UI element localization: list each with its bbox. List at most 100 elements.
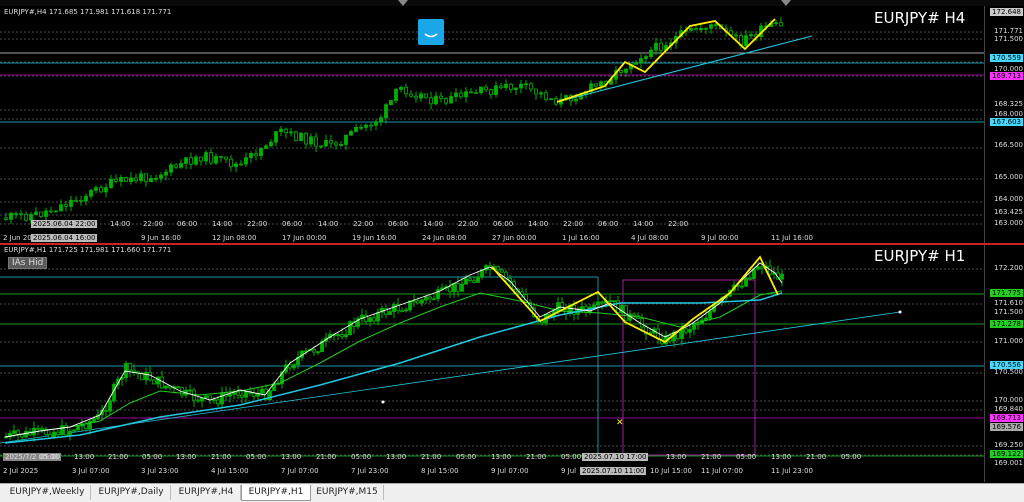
hour-label: 21:00: [108, 453, 129, 461]
hour-label: 21:00: [701, 453, 722, 461]
time-label: 7 Jul 23:00: [351, 467, 389, 475]
candle-body: [254, 153, 258, 157]
h4-ohlc-info: EURJPY#,H4 171.685 171.981 171.618 171.7…: [4, 8, 172, 16]
candle-body: [468, 278, 472, 281]
time-label: 11 Jul 16:00: [771, 234, 813, 242]
candle-body: [580, 306, 584, 310]
candle-body: [9, 212, 13, 220]
h1-price-axis[interactable]: 172.200 171.775 171.610 171.500 171.278 …: [984, 245, 1024, 482]
price-label: 172.648: [990, 8, 1023, 16]
tab-eurjpy-h1[interactable]: EURJPY#,H1: [241, 485, 311, 501]
indicators-hide-button[interactable]: IAs Hid: [8, 257, 48, 269]
tab-eurjpy-m15[interactable]: EURJPY#,M15: [311, 485, 384, 500]
candle-body: [288, 364, 292, 369]
candle-body: [108, 400, 112, 412]
candle-body: [92, 418, 96, 422]
tab-eurjpy-daily[interactable]: EURJPY#,Daily: [92, 485, 171, 500]
h1-ohlc-info: EURJPY#,H1 171.725 171.981 171.660 171.7…: [4, 246, 172, 254]
candle-body: [324, 139, 328, 147]
candle-body: [69, 199, 73, 207]
candle-body: [344, 134, 348, 145]
candle-body: [154, 177, 158, 180]
candle-body: [624, 68, 628, 73]
candle-body: [4, 217, 8, 220]
time-label: 9 Jul 00:00: [701, 234, 739, 242]
tab-eurjpy-h4[interactable]: EURJPY#,H4: [172, 485, 241, 500]
candle-body: [156, 376, 160, 385]
hour-label: 22:00: [563, 220, 584, 228]
candle-body: [19, 213, 23, 216]
candle-body: [689, 28, 693, 31]
candle-body: [44, 210, 48, 217]
price-label: 171.000: [994, 337, 1023, 345]
candle-body: [592, 304, 596, 308]
candle-body: [416, 300, 420, 304]
candle-body: [544, 92, 548, 101]
hour-label: 13:00: [771, 453, 792, 461]
time-label: 9 Jun 16:00: [141, 234, 182, 242]
candle-body: [744, 35, 748, 46]
candle-body: [464, 91, 468, 98]
price-label: 164.000: [994, 195, 1023, 203]
time-label: 4 Jul 15:00: [211, 467, 249, 475]
candle-body: [354, 127, 358, 132]
candle-body: [419, 93, 423, 99]
price-label: 165.000: [994, 173, 1023, 181]
h1-chart-pane[interactable]: ✕ EURJPY#,H1 171.725 171.981 171.660 171…: [0, 245, 1024, 482]
candle-body: [188, 389, 192, 392]
time-label: 19 Jun 16:00: [352, 234, 397, 242]
candle-body: [204, 395, 208, 399]
h1-chart-canvas[interactable]: ✕: [0, 245, 1024, 482]
hour-label: 21:00: [421, 453, 442, 461]
price-label: 169.250: [994, 441, 1023, 449]
time-label: 24 Jun 08:00: [422, 234, 467, 242]
candle-body: [194, 156, 198, 165]
candle-body: [608, 300, 612, 303]
time-label: 2 Jun 20: [3, 234, 32, 242]
candle-body: [389, 100, 393, 106]
price-label: 169.840: [994, 405, 1023, 413]
candle-body: [114, 178, 118, 182]
candle-body: [60, 425, 64, 435]
time-label: 10 Jul 15:00: [650, 467, 692, 475]
candle-body: [54, 210, 58, 213]
candle-body: [124, 177, 128, 182]
hour-label: 05:00: [456, 453, 477, 461]
candle-body: [144, 372, 148, 381]
hour-label: 13:00: [666, 453, 687, 461]
candle-body: [534, 88, 538, 95]
candle-body: [292, 364, 296, 369]
trading-terminal-window: EURJPY#,H4 171.685 171.981 171.618 171.7…: [0, 0, 1024, 502]
hour-label: 05:00: [736, 453, 757, 461]
candle-body: [780, 273, 784, 280]
h4-chart-canvas[interactable]: [0, 6, 1024, 243]
price-label: 166.500: [994, 141, 1023, 149]
candle-body: [388, 311, 392, 315]
smiley-expert-icon[interactable]: [418, 19, 444, 45]
candle-body: [228, 393, 232, 397]
candle-body: [619, 70, 623, 73]
crosshair-date-box: 2025.06.04 16:00: [31, 234, 98, 242]
price-label: 169.713: [990, 414, 1023, 422]
h4-chart-pane[interactable]: EURJPY#,H4 171.685 171.981 171.618 171.7…: [0, 6, 1024, 243]
candle-body: [159, 174, 163, 179]
candle-body: [348, 321, 352, 336]
time-label: 2 Jul 2025: [3, 467, 39, 475]
candle-body: [644, 56, 648, 59]
cross-marker-icon: ✕: [616, 418, 624, 428]
candle-body: [424, 93, 428, 99]
candle-body: [56, 431, 60, 435]
candle-body: [496, 266, 500, 271]
candle-body: [99, 187, 103, 193]
candle-body: [164, 385, 168, 389]
candle-body: [659, 42, 663, 51]
candle-body: [600, 301, 604, 304]
candle-body: [294, 131, 298, 142]
tab-eurjpy-weekly[interactable]: EURJPY#,Weekly: [4, 485, 91, 500]
candle-body: [24, 431, 28, 438]
candle-body: [748, 277, 752, 280]
h4-price-axis[interactable]: 172.648 171.771 171.500 170.559 170.000 …: [984, 6, 1024, 243]
candle-body: [429, 97, 433, 105]
candle-body: [132, 369, 136, 373]
price-label: 170.559: [990, 54, 1023, 62]
